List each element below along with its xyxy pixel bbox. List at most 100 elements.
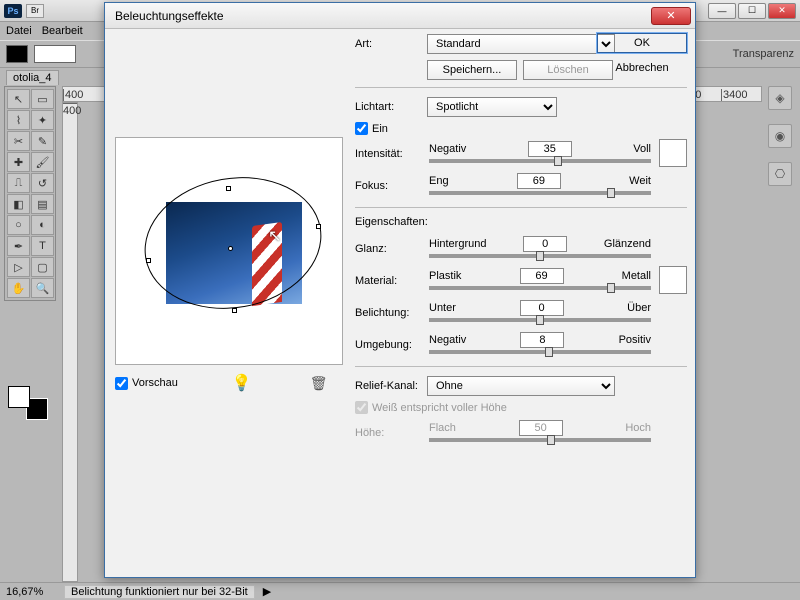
channels-panel-icon[interactable]: ◉ — [768, 124, 792, 148]
stamp-tool-icon[interactable]: ⎍ — [7, 173, 30, 193]
ambience-label: Umgebung: — [355, 339, 427, 351]
zoom-level[interactable]: 16,67% — [6, 586, 56, 598]
lasso-tool-icon[interactable]: ⌇ — [7, 110, 30, 130]
path-tool-icon[interactable]: ▷ — [7, 257, 30, 277]
wand-tool-icon[interactable]: ✦ — [31, 110, 54, 130]
close-button[interactable]: ✕ — [768, 3, 796, 19]
crop-tool-icon[interactable]: ✂ — [7, 131, 30, 151]
eyedropper-tool-icon[interactable]: ✎ — [31, 131, 54, 151]
style-label: Art: — [355, 38, 427, 50]
gloss-slider[interactable] — [429, 254, 651, 258]
pen-tool-icon[interactable]: ✒ — [7, 236, 30, 256]
dialog-title: Beleuchtungseffekte — [115, 9, 224, 23]
br-icon: Br — [26, 4, 44, 18]
light-handle[interactable] — [146, 258, 151, 263]
right-panel-dock: ◈ ◉ ⎔ — [768, 86, 796, 186]
slider-thumb[interactable] — [607, 283, 615, 293]
document-tab[interactable]: otolia_4 — [6, 70, 59, 85]
paths-panel-icon[interactable]: ⎔ — [768, 162, 792, 186]
exposure-label: Belichtung: — [355, 307, 427, 319]
material-value[interactable]: 69 — [520, 268, 564, 284]
cursor-icon: ↖ — [268, 226, 281, 246]
gloss-value[interactable]: 0 — [523, 236, 567, 252]
lightbulb-icon[interactable]: 💡 — [232, 373, 252, 393]
toolbar-transparency-label: Transparenz — [733, 48, 794, 60]
history-brush-tool-icon[interactable]: ↺ — [31, 173, 54, 193]
tool-panel: ↖ ▭ ⌇ ✦ ✂ ✎ ✚ 🖌 ⎍ ↺ ◧ ▤ ○ ◐ ✒ T ▷ ▢ ✋ 🔍 — [4, 86, 56, 301]
preview-box[interactable]: ↖ — [115, 137, 343, 365]
focus-value[interactable]: 69 — [517, 173, 561, 189]
slider-thumb[interactable] — [545, 347, 553, 357]
hand-tool-icon[interactable]: ✋ — [7, 278, 30, 298]
brush-tool-icon[interactable]: 🖌 — [31, 152, 54, 172]
move-tool-icon[interactable]: ↖ — [7, 89, 30, 109]
tool-preset-swatch[interactable] — [6, 45, 28, 63]
slider-thumb[interactable] — [607, 188, 615, 198]
height-slider — [429, 438, 651, 442]
menu-file[interactable]: Datei — [6, 25, 32, 37]
cancel-button[interactable]: Abbrechen — [597, 59, 687, 77]
intensity-label: Intensität: — [355, 148, 427, 160]
light-handle[interactable] — [226, 186, 231, 191]
ruler-vertical: 400 — [62, 102, 78, 582]
on-checkbox[interactable]: Ein — [355, 122, 687, 135]
zoom-tool-icon[interactable]: 🔍 — [31, 278, 54, 298]
lighting-effects-dialog: Beleuchtungseffekte ✕ ↖ Vorschau — [104, 2, 696, 578]
light-type-select[interactable]: Spotlicht — [427, 97, 557, 117]
foreground-background-swatch[interactable] — [8, 386, 48, 420]
status-bar: 16,67% Belichtung funktioniert nur bei 3… — [0, 582, 800, 600]
exposure-value[interactable]: 0 — [520, 300, 564, 316]
save-button[interactable]: Speichern... — [427, 60, 517, 80]
minimize-button[interactable]: — — [708, 3, 736, 19]
gloss-label: Glanz: — [355, 243, 427, 255]
ok-button[interactable]: OK — [597, 33, 687, 53]
material-label: Material: — [355, 275, 427, 287]
focus-label: Fokus: — [355, 180, 427, 192]
focus-slider[interactable] — [429, 191, 651, 195]
light-handle[interactable] — [316, 224, 321, 229]
height-value: 50 — [519, 420, 563, 436]
slider-thumb[interactable] — [536, 315, 544, 325]
texture-channel-select[interactable]: Ohne — [427, 376, 615, 396]
dialog-titlebar[interactable]: Beleuchtungseffekte ✕ — [105, 3, 695, 29]
menu-edit[interactable]: Bearbeit — [42, 25, 83, 37]
texture-channel-label: Relief-Kanal: — [355, 380, 427, 392]
ambient-color-swatch[interactable] — [659, 266, 687, 294]
shape-tool-icon[interactable]: ▢ — [31, 257, 54, 277]
slider-thumb[interactable] — [536, 251, 544, 261]
type-tool-icon[interactable]: T — [31, 236, 54, 256]
intensity-slider[interactable] — [429, 159, 651, 163]
slider-thumb — [547, 435, 555, 445]
heal-tool-icon[interactable]: ✚ — [7, 152, 30, 172]
slider-thumb[interactable] — [554, 156, 562, 166]
blur-tool-icon[interactable]: ○ — [7, 215, 30, 235]
eraser-tool-icon[interactable]: ◧ — [7, 194, 30, 214]
preview-checkbox[interactable]: Vorschau — [115, 377, 178, 390]
style-select[interactable]: Standard — [427, 34, 615, 54]
white-high-checkbox: Weiß entspricht voller Höhe — [355, 401, 687, 414]
height-label: Höhe: — [355, 427, 427, 439]
ps-icon: Ps — [4, 4, 22, 18]
light-center-handle[interactable] — [228, 246, 233, 251]
status-play-icon: ▶ — [263, 585, 271, 598]
marquee-tool-icon[interactable]: ▭ — [31, 89, 54, 109]
light-color-swatch[interactable] — [659, 139, 687, 167]
light-handle[interactable] — [232, 308, 237, 313]
gradient-swatch[interactable] — [34, 45, 76, 63]
trash-icon[interactable]: 🗑 — [310, 375, 328, 392]
foreground-color[interactable] — [8, 386, 30, 408]
light-ellipse[interactable] — [134, 164, 332, 323]
ambience-slider[interactable] — [429, 350, 651, 354]
exposure-slider[interactable] — [429, 318, 651, 322]
material-slider[interactable] — [429, 286, 651, 290]
dodge-tool-icon[interactable]: ◐ — [31, 215, 54, 235]
layers-panel-icon[interactable]: ◈ — [768, 86, 792, 110]
dialog-close-button[interactable]: ✕ — [651, 7, 691, 25]
maximize-button[interactable]: ☐ — [738, 3, 766, 19]
light-type-label: Lichtart: — [355, 101, 427, 113]
gradient-tool-icon[interactable]: ▤ — [31, 194, 54, 214]
ambience-value[interactable]: 8 — [520, 332, 564, 348]
properties-label: Eigenschaften: — [355, 216, 687, 228]
status-message: Belichtung funktioniert nur bei 32-Bit — [64, 585, 255, 599]
intensity-value[interactable]: 35 — [528, 141, 572, 157]
